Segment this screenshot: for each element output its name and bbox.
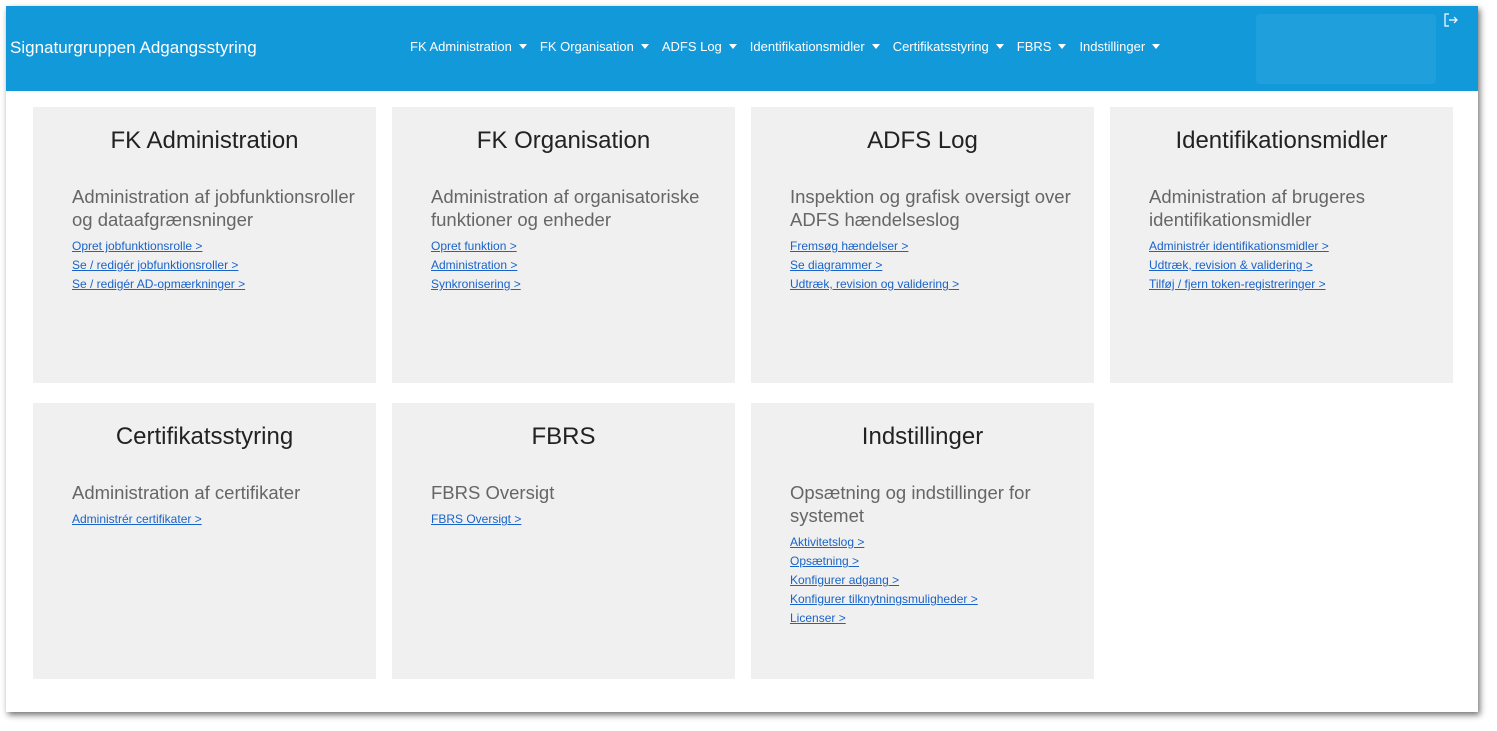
link-udtraek-revision-validering[interactable]: Udtræk, revision og validering >: [790, 275, 1076, 294]
link-konfigurer-tilknytningsmuligheder[interactable]: Konfigurer tilknytningsmuligheder >: [790, 590, 1076, 609]
link-administrer-identifikationsmidler[interactable]: Administrér identifikationsmidler >: [1149, 237, 1435, 256]
card-fk-organisation: FK Organisation Administration af organi…: [392, 107, 735, 383]
card-title: FK Administration: [110, 127, 299, 154]
menu-label: ADFS Log: [661, 39, 722, 54]
card-title: Indstillinger: [861, 423, 984, 450]
card-title: FBRS: [531, 423, 596, 450]
user-info-area: [1256, 14, 1436, 84]
link-synkronisering[interactable]: Synkronisering >: [431, 275, 717, 294]
card-subtitle: Administration af certifikater: [72, 482, 301, 503]
caret-down-icon: [640, 44, 649, 49]
card-body: FBRS Oversigt FBRS Oversigt >: [431, 481, 717, 529]
caret-down-icon: [871, 44, 880, 49]
menu-fk-organisation[interactable]: FK Organisation: [540, 39, 649, 54]
app-window: Signaturgruppen Adgangsstyring FK Admini…: [6, 6, 1478, 712]
card-body: Inspektion og grafisk oversigt over ADFS…: [790, 185, 1076, 294]
main-menu: FK Administration FK Organisation ADFS L…: [410, 39, 1173, 54]
menu-fk-administration[interactable]: FK Administration: [410, 39, 527, 54]
card-subtitle: Inspektion og grafisk oversigt over ADFS…: [790, 186, 1071, 230]
top-navbar: Signaturgruppen Adgangsstyring FK Admini…: [6, 6, 1478, 91]
card-body: Opsætning og indstillinger for systemet …: [790, 481, 1076, 628]
card-body: Administration af certifikater Administr…: [72, 481, 358, 529]
card-title: FK Organisation: [476, 127, 651, 154]
app-brand[interactable]: Signaturgruppen Adgangsstyring: [10, 38, 257, 58]
link-tilfoej-fjern-token[interactable]: Tilføj / fjern token-registreringer >: [1149, 275, 1435, 294]
card-links: Opret funktion > Administration > Synkro…: [431, 237, 717, 294]
caret-down-icon: [1152, 44, 1161, 49]
menu-adfs-log[interactable]: ADFS Log: [662, 39, 737, 54]
card-title: ADFS Log: [867, 127, 978, 154]
caret-down-icon: [1058, 44, 1067, 49]
link-se-diagrammer[interactable]: Se diagrammer >: [790, 256, 1076, 275]
menu-label: FK Organisation: [539, 39, 634, 54]
card-body: Administration af organisatoriske funkti…: [431, 185, 717, 294]
card-links: FBRS Oversigt >: [431, 510, 717, 529]
card-subtitle: Administration af organisatoriske funkti…: [431, 186, 700, 230]
menu-indstillinger[interactable]: Indstillinger: [1079, 39, 1161, 54]
card-title: Identifikationsmidler: [1175, 127, 1388, 154]
menu-identifikationsmidler[interactable]: Identifikationsmidler: [750, 39, 880, 54]
menu-certifikatsstyring[interactable]: Certifikatsstyring: [893, 39, 1004, 54]
card-title: Certifikatsstyring: [115, 423, 294, 450]
card-body: Administration af brugeres identifikatio…: [1149, 185, 1435, 294]
link-se-rediger-ad-opmaerkninger[interactable]: Se / redigér AD-opmærkninger >: [72, 275, 358, 294]
menu-label: Indstillinger: [1079, 39, 1146, 54]
link-fbrs-oversigt[interactable]: FBRS Oversigt >: [431, 510, 717, 529]
card-subtitle: Administration af jobfunktionsroller og …: [72, 186, 355, 230]
menu-fbrs[interactable]: FBRS: [1017, 39, 1067, 54]
logout-icon[interactable]: [1443, 12, 1461, 28]
card-links: Fremsøg hændelser > Se diagrammer > Udtr…: [790, 237, 1076, 294]
link-konfigurer-adgang[interactable]: Konfigurer adgang >: [790, 571, 1076, 590]
link-udtraek-revision-validering[interactable]: Udtræk, revision & validering >: [1149, 256, 1435, 275]
card-fk-administration: FK Administration Administration af jobf…: [33, 107, 376, 383]
caret-down-icon: [518, 44, 527, 49]
card-links: Opret jobfunktionsrolle > Se / redigér j…: [72, 237, 358, 294]
caret-down-icon: [728, 44, 737, 49]
card-links: Aktivitetslog > Opsætning > Konfigurer a…: [790, 533, 1076, 628]
card-adfs-log: ADFS Log Inspektion og grafisk oversigt …: [751, 107, 1094, 383]
card-subtitle: FBRS Oversigt: [431, 482, 555, 503]
link-fremsog-haendelser[interactable]: Fremsøg hændelser >: [790, 237, 1076, 256]
link-opret-jobfunktionsrolle[interactable]: Opret jobfunktionsrolle >: [72, 237, 358, 256]
card-body: Administration af jobfunktionsroller og …: [72, 185, 358, 294]
link-administration[interactable]: Administration >: [431, 256, 717, 275]
menu-label: FBRS: [1016, 39, 1052, 54]
card-subtitle: Administration af brugeres identifikatio…: [1149, 186, 1365, 230]
menu-label: Identifikationsmidler: [749, 39, 865, 54]
card-indstillinger: Indstillinger Opsætning og indstillinger…: [751, 403, 1094, 679]
link-licenser[interactable]: Licenser >: [790, 609, 1076, 628]
card-certifikatsstyring: Certifikatsstyring Administration af cer…: [33, 403, 376, 679]
card-subtitle: Opsætning og indstillinger for systemet: [790, 482, 1031, 526]
link-opret-funktion[interactable]: Opret funktion >: [431, 237, 717, 256]
link-opsaetning[interactable]: Opsætning >: [790, 552, 1076, 571]
card-links: Administrér identifikationsmidler > Udtr…: [1149, 237, 1435, 294]
link-se-rediger-jobfunktionsroller[interactable]: Se / redigér jobfunktionsroller >: [72, 256, 358, 275]
menu-label: Certifikatsstyring: [892, 39, 989, 54]
link-administrer-certifikater[interactable]: Administrér certifikater >: [72, 510, 358, 529]
card-fbrs: FBRS FBRS Oversigt FBRS Oversigt >: [392, 403, 735, 679]
caret-down-icon: [995, 44, 1004, 49]
card-identifikationsmidler: Identifikationsmidler Administration af …: [1110, 107, 1453, 383]
link-aktivitetslog[interactable]: Aktivitetslog >: [790, 533, 1076, 552]
menu-label: FK Administration: [410, 39, 512, 54]
card-links: Administrér certifikater >: [72, 510, 358, 529]
